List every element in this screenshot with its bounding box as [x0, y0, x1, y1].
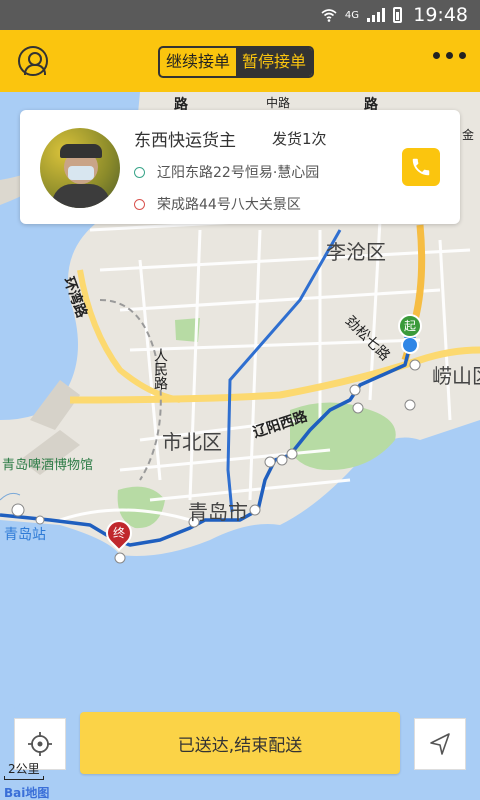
wifi-icon — [321, 9, 337, 22]
order-info-card[interactable]: 东西快运货主 发货1次 辽阳东路22号恒易·慧心园 荣成路44号八大关景区 — [20, 110, 460, 224]
map-label-renmin-road: 人民路 — [152, 348, 168, 390]
app-header: 继续接单 暂停接单 — [0, 30, 480, 92]
map-scale-label: 2公里 — [8, 762, 40, 776]
map-label-shibei: 市北区 — [162, 430, 222, 454]
start-marker-label: 起 — [403, 319, 416, 333]
pickup-address: 辽阳东路22号恒易·慧心园 — [134, 162, 319, 182]
signal-icon — [367, 8, 385, 22]
map-label-qingdao-station: 青岛站 — [4, 527, 46, 543]
map-label-jin: 金 — [462, 128, 475, 142]
map-label-road-c: 中路 — [266, 96, 291, 110]
network-type: 4G — [344, 9, 359, 21]
avatar — [40, 128, 120, 208]
map-label-qingdao-city: 青岛市 — [188, 500, 248, 524]
finish-delivery-button[interactable]: 已送达,结束配送 — [80, 712, 400, 774]
navigation-arrow-icon — [430, 733, 450, 755]
sender-name: 东西快运货主 — [134, 131, 236, 151]
map-label-beer-museum: 青岛啤酒博物馆 — [2, 458, 94, 473]
end-marker-label: 终 — [112, 526, 125, 540]
pickup-address-text: 辽阳东路22号恒易·慧心园 — [157, 165, 320, 181]
map-scale-bar — [4, 776, 44, 780]
start-marker[interactable]: 起 — [398, 314, 422, 338]
pickup-dot-icon — [134, 166, 145, 178]
status-icons: 4G — [321, 6, 402, 24]
crosshair-icon — [28, 732, 52, 756]
liaoyang-west-road — [69, 346, 480, 404]
dropoff-address: 荣成路44号八大关景区 — [134, 194, 301, 214]
ship-count: 发货1次 — [272, 130, 327, 148]
map-label-laoshan: 崂山区 — [432, 364, 480, 388]
current-location-dot — [401, 336, 419, 354]
status-bar: 4G 19:48 — [0, 0, 480, 30]
pause-orders-button[interactable]: 暂停接单 — [236, 48, 313, 76]
call-button[interactable] — [402, 148, 440, 186]
more-menu-icon[interactable] — [433, 52, 466, 59]
battery-icon — [393, 7, 402, 23]
baidu-map-logo: Bai地图 — [4, 786, 50, 800]
profile-icon[interactable] — [18, 46, 48, 76]
continue-orders-button[interactable]: 继续接单 — [160, 48, 236, 76]
phone-icon — [412, 158, 430, 176]
navigate-button[interactable] — [414, 718, 466, 770]
map-label-licang: 李沧区 — [326, 240, 386, 264]
clock: 19:48 — [413, 4, 468, 26]
order-toggle: 继续接单 暂停接单 — [158, 46, 315, 78]
dropoff-dot-icon — [134, 198, 145, 210]
dropoff-address-text: 荣成路44号八大关景区 — [157, 197, 301, 213]
